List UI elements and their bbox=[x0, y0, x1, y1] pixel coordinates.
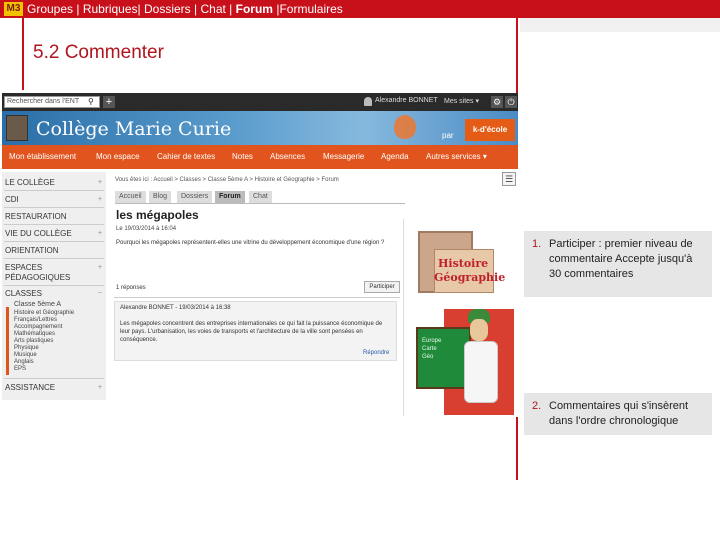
tab-blog[interactable]: Blog bbox=[149, 191, 172, 203]
topic-question: Pourquoi les mégapoles représentent-elle… bbox=[116, 240, 385, 246]
chevron-icon[interactable]: + bbox=[98, 264, 102, 271]
chevron-icon[interactable]: − bbox=[98, 290, 102, 297]
ent-search-input[interactable]: Rechercher dans l'ENT bbox=[4, 96, 100, 108]
teacher-head bbox=[470, 319, 488, 341]
slide-title: 5.2 Commenter bbox=[33, 42, 164, 63]
topic-date: Le 19/03/2014 à 16:04 bbox=[116, 226, 177, 232]
reply-link[interactable]: Répondre bbox=[363, 350, 389, 356]
top-nav: Groupes | Rubriques| Dossiers | Chat | F… bbox=[27, 1, 343, 17]
note-2: 2. Commentaires qui s'insèrent dans l'or… bbox=[524, 393, 712, 435]
chevron-icon[interactable]: + bbox=[98, 179, 102, 186]
note-1: 1. Participer : premier niveau de commen… bbox=[524, 231, 712, 297]
reply-text: Les mégapoles concentrent des entreprise… bbox=[120, 321, 383, 343]
breadcrumb: Vous êtes ici : Accueil > Classes > Clas… bbox=[115, 177, 339, 183]
ent-main-menu: Mon établissement Mon espace Cahier de t… bbox=[2, 145, 518, 169]
participate-button[interactable]: Participer bbox=[364, 281, 400, 293]
class-sub-item[interactable]: EPS bbox=[14, 366, 26, 372]
replies-divider bbox=[114, 297, 400, 298]
nav-formulaires[interactable]: |Formulaires bbox=[276, 2, 342, 16]
sidebar-item-assistance[interactable]: ASSISTANCE bbox=[5, 383, 55, 392]
class-sub-item[interactable]: Physique bbox=[14, 345, 39, 351]
sidebar-item-orientation[interactable]: ORIENTATION bbox=[5, 246, 58, 255]
sidebar-item-college[interactable]: LE COLLÈGE bbox=[5, 178, 55, 187]
reply-author: Alexandre BONNET - 19/03/2014 à 16:38 bbox=[120, 305, 231, 311]
sidebar-item-cdi[interactable]: CDI bbox=[5, 195, 19, 204]
active-class-marker bbox=[6, 307, 9, 375]
ent-top-bar: Rechercher dans l'ENT ⚲ + Alexandre BONN… bbox=[2, 93, 518, 111]
right-header-band bbox=[520, 18, 720, 32]
note-text: Commentaires qui s'insèrent dans l'ordre… bbox=[549, 400, 689, 427]
sidebar-divider bbox=[4, 241, 104, 242]
chevron-icon[interactable]: + bbox=[98, 196, 102, 203]
menu-absences[interactable]: Absences bbox=[270, 152, 305, 161]
reply-item: Alexandre BONNET - 19/03/2014 à 16:38 Le… bbox=[114, 301, 397, 361]
class-sub-item[interactable]: Accompagnement bbox=[14, 324, 62, 330]
nav-forum[interactable]: Forum bbox=[236, 2, 273, 16]
ent-sidebar: LE COLLÈGE + CDI + RESTAURATION VIE DU C… bbox=[2, 172, 106, 400]
class-sub-item[interactable]: Français/Lettres bbox=[14, 317, 57, 323]
nav-dossiers[interactable]: Dossiers | bbox=[144, 2, 197, 16]
top-nav-bar: M3 Groupes | Rubriques| Dossiers | Chat … bbox=[0, 0, 720, 18]
menu-cahier-de-textes[interactable]: Cahier de textes bbox=[157, 152, 215, 161]
tabs-underline bbox=[115, 203, 405, 204]
school-name: Collège Marie Curie bbox=[36, 118, 232, 140]
class-sub-item[interactable]: Classe 5ème A bbox=[14, 301, 61, 308]
tab-accueil[interactable]: Accueil bbox=[115, 191, 146, 203]
tab-dossiers[interactable]: Dossiers bbox=[177, 191, 213, 203]
par-label: par bbox=[442, 131, 454, 140]
chevron-icon[interactable]: + bbox=[98, 384, 102, 391]
sidebar-item-classes[interactable]: CLASSES bbox=[5, 289, 42, 298]
class-sub-item[interactable]: Mathématiques bbox=[14, 331, 55, 337]
teacher-figure bbox=[464, 341, 498, 403]
topic-title: les mégapoles bbox=[116, 208, 199, 222]
balloon-decoration bbox=[394, 115, 416, 139]
user-name[interactable]: Alexandre BONNET bbox=[375, 97, 438, 104]
nav-groupes[interactable]: Groupes | bbox=[27, 2, 79, 16]
nav-chat[interactable]: Chat | bbox=[200, 2, 232, 16]
search-icon[interactable]: ⚲ bbox=[88, 97, 98, 107]
user-icon bbox=[364, 97, 372, 106]
nav-rubriques[interactable]: Rubriques| bbox=[83, 2, 141, 16]
chalkboard-text: Europe Carte Géo bbox=[422, 338, 442, 360]
illus-title-geographie: Géographie bbox=[434, 271, 506, 284]
class-sub-item[interactable]: Musique bbox=[14, 352, 37, 358]
partner-logo[interactable]: k-d'école bbox=[465, 119, 515, 141]
tab-forum[interactable]: Forum bbox=[215, 191, 245, 203]
power-icon[interactable]: ⏻ bbox=[505, 96, 517, 108]
sidebar-divider bbox=[4, 258, 104, 259]
class-sub-item[interactable]: Anglais bbox=[14, 359, 34, 365]
chevron-icon[interactable]: + bbox=[98, 230, 102, 237]
my-sites-menu[interactable]: Mes sites ▾ bbox=[444, 97, 479, 105]
menu-mon-espace[interactable]: Mon espace bbox=[96, 152, 140, 161]
menu-messagerie[interactable]: Messagerie bbox=[323, 152, 364, 161]
gear-icon[interactable]: ⚙ bbox=[491, 96, 503, 108]
sidebar-item-restauration[interactable]: RESTAURATION bbox=[5, 212, 66, 221]
sidebar-divider bbox=[4, 378, 104, 379]
sidebar-divider bbox=[4, 285, 104, 286]
sidebar-divider bbox=[4, 190, 104, 191]
sidebar-divider bbox=[4, 224, 104, 225]
note-number: 2. bbox=[532, 400, 542, 412]
school-banner: Collège Marie Curie par k-d'école bbox=[2, 111, 518, 145]
illus-title-histoire: Histoire bbox=[438, 257, 489, 270]
hamburger-menu-icon[interactable]: ☰ bbox=[502, 172, 516, 186]
class-sub-item[interactable]: Arts plastiques bbox=[14, 338, 53, 344]
tab-chat[interactable]: Chat bbox=[249, 191, 272, 203]
note-number: 1. bbox=[532, 238, 542, 250]
note-text: Participer : premier niveau de commentai… bbox=[549, 238, 693, 280]
menu-agenda[interactable]: Agenda bbox=[381, 152, 409, 161]
menu-mon-etablissement[interactable]: Mon établissement bbox=[9, 152, 76, 161]
sidebar-item-espaces-pedagogiques[interactable]: ESPACES PÉDAGOGIQUES bbox=[5, 263, 85, 283]
school-crest bbox=[6, 115, 28, 141]
history-geography-illustration: Histoire Géographie Europe Carte Géo bbox=[403, 219, 518, 416]
m3-logo: M3 bbox=[4, 2, 23, 16]
left-divider bbox=[22, 18, 24, 90]
menu-notes[interactable]: Notes bbox=[232, 152, 253, 161]
reply-count: 1 réponses bbox=[116, 285, 146, 291]
sidebar-item-vie-du-college[interactable]: VIE DU COLLÈGE bbox=[5, 229, 72, 238]
add-icon[interactable]: + bbox=[103, 96, 115, 108]
sidebar-divider bbox=[4, 207, 104, 208]
class-sub-item[interactable]: Histoire et Géographie bbox=[14, 310, 74, 316]
menu-autres-services[interactable]: Autres services ▾ bbox=[426, 152, 487, 161]
